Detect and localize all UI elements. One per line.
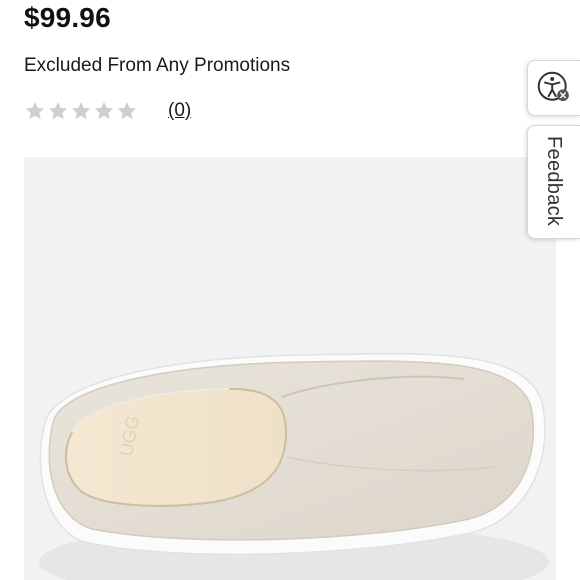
star-icon [48, 102, 68, 120]
product-image[interactable]: UGG [24, 157, 556, 580]
feedback-label: Feedback [543, 136, 565, 227]
product-price: $99.96 [24, 2, 111, 33]
star-icon [94, 102, 114, 120]
feedback-tab[interactable]: Feedback [527, 125, 580, 239]
star-icon [71, 102, 91, 120]
accessibility-icon [537, 71, 569, 102]
star-icon [117, 102, 137, 120]
accessibility-button[interactable] [527, 60, 580, 116]
star-icon [25, 102, 45, 120]
star-rating [24, 100, 138, 122]
rating-row: (0) [24, 96, 191, 126]
promo-note: Excluded From Any Promotions [24, 55, 291, 76]
review-count-link[interactable]: (0) [168, 100, 191, 122]
product-page: $99.96 Excluded From Any Promotions (0) [0, 0, 580, 580]
shoe-image: UGG [39, 353, 549, 580]
